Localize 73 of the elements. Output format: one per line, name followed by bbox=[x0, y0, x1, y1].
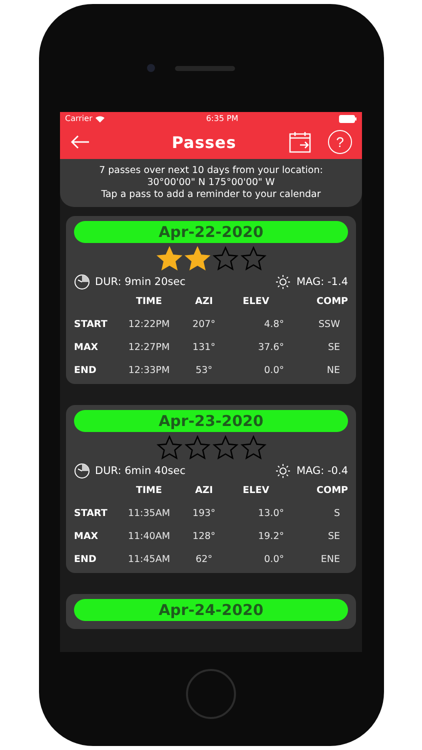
table-cell-text: 12:27PM bbox=[127, 342, 171, 353]
table-cell-text: 12:33PM bbox=[127, 365, 171, 376]
carrier-label: Carrier bbox=[65, 114, 92, 123]
pass-date: Apr-23-2020 bbox=[158, 412, 264, 430]
table-cell-text: 128° bbox=[192, 531, 216, 542]
clock-icon bbox=[74, 463, 90, 479]
table-cell-text: 4.8° bbox=[263, 319, 284, 330]
table-cell-text: 207° bbox=[192, 319, 216, 330]
star-icon bbox=[184, 435, 210, 461]
table-cell-text: 12:22PM bbox=[127, 319, 171, 330]
table-cell-text: 11:45AM bbox=[126, 554, 172, 565]
row-label: MAX bbox=[74, 342, 100, 353]
column-header: ELEV bbox=[242, 296, 270, 307]
table-cell-text: 19.2° bbox=[257, 531, 284, 542]
screen-title: Passes bbox=[170, 132, 238, 152]
row-label: MAX bbox=[74, 531, 100, 542]
calendar-export-button[interactable] bbox=[288, 130, 312, 154]
column-header: ELEV bbox=[242, 485, 270, 496]
status-time: 6:35 PM bbox=[206, 114, 238, 123]
table-cell-text: 131° bbox=[192, 342, 216, 353]
table-cell-text: 53° bbox=[194, 365, 214, 376]
pass-card[interactable]: Apr-22-2020 DUR: 9min 20sec MAG: -1.4 TIME AZI ELEV COMP START 12:22PM 207° 4.8° SSW MAX 12:27PM 131° 37.6° SE END 12:33PM 53° 0.0° NE bbox=[66, 216, 356, 384]
table-cell-text: 37.6° bbox=[257, 342, 284, 353]
table-cell-text: 62° bbox=[194, 554, 214, 565]
table-cell-text: 13.0° bbox=[257, 508, 284, 519]
back-button[interactable] bbox=[70, 135, 90, 149]
row-label: END bbox=[74, 554, 98, 565]
star-icon bbox=[156, 435, 182, 461]
star-icon bbox=[212, 435, 238, 461]
wifi-icon bbox=[95, 114, 106, 122]
duration-text: DUR: 9min 20sec bbox=[95, 276, 186, 288]
table-cell-text: 11:40AM bbox=[126, 531, 172, 542]
column-header: AZI bbox=[194, 296, 214, 307]
table-cell-text: 11:35AM bbox=[126, 508, 172, 519]
pass-card[interactable]: Apr-24-2020 bbox=[66, 594, 356, 629]
table-cell-text: 0.0° bbox=[263, 554, 284, 565]
star-icon bbox=[212, 246, 238, 272]
magnitude-text: MAG: -0.4 bbox=[296, 465, 348, 477]
row-label: START bbox=[74, 319, 108, 330]
pass-date: Apr-22-2020 bbox=[158, 223, 264, 241]
table-cell-text: ENE bbox=[320, 554, 341, 565]
table-cell-text: 193° bbox=[192, 508, 216, 519]
clock-icon bbox=[74, 274, 90, 290]
pass-card[interactable]: Apr-23-2020 DUR: 6min 40sec MAG: -0.4 TIME AZI ELEV COMP START 11:35AM 193° 13.0° S MAX 11:40AM 128° 19.2° SE END 11:45AM 62° 0.0° ENE bbox=[66, 405, 356, 573]
row-label: END bbox=[74, 365, 98, 376]
pass-date: Apr-24-2020 bbox=[158, 601, 264, 619]
row-label: START bbox=[74, 508, 108, 519]
table-cell-text: S bbox=[332, 508, 341, 519]
info-text: 30°00'00" N 175°00'00" W bbox=[147, 177, 275, 188]
table-cell-text: SE bbox=[326, 531, 341, 542]
info-text: 7 passes over next 10 days from your location: bbox=[99, 165, 323, 176]
table-cell-text: SE bbox=[326, 342, 341, 353]
star-icon bbox=[184, 246, 210, 272]
help-button[interactable]: ? bbox=[328, 130, 352, 154]
table-cell-text: SSW bbox=[318, 319, 341, 330]
magnitude-text: MAG: -1.4 bbox=[296, 276, 348, 288]
star-icon bbox=[240, 246, 266, 272]
camera-icon bbox=[147, 64, 155, 72]
star-icon bbox=[240, 435, 266, 461]
column-header: COMP bbox=[316, 485, 348, 496]
sun-icon bbox=[275, 463, 292, 479]
column-header: COMP bbox=[316, 296, 348, 307]
table-cell-text: 0.0° bbox=[263, 365, 284, 376]
column-header: TIME bbox=[135, 296, 163, 307]
sun-icon bbox=[275, 274, 292, 290]
speaker-icon bbox=[175, 66, 235, 70]
table-cell-text: NE bbox=[326, 365, 341, 376]
column-header: AZI bbox=[194, 485, 214, 496]
info-text: Tap a pass to add a reminder to your calendar bbox=[101, 189, 321, 200]
column-header: TIME bbox=[135, 485, 163, 496]
duration-text: DUR: 6min 40sec bbox=[95, 465, 186, 477]
battery-icon bbox=[339, 114, 357, 122]
star-icon bbox=[156, 246, 182, 272]
